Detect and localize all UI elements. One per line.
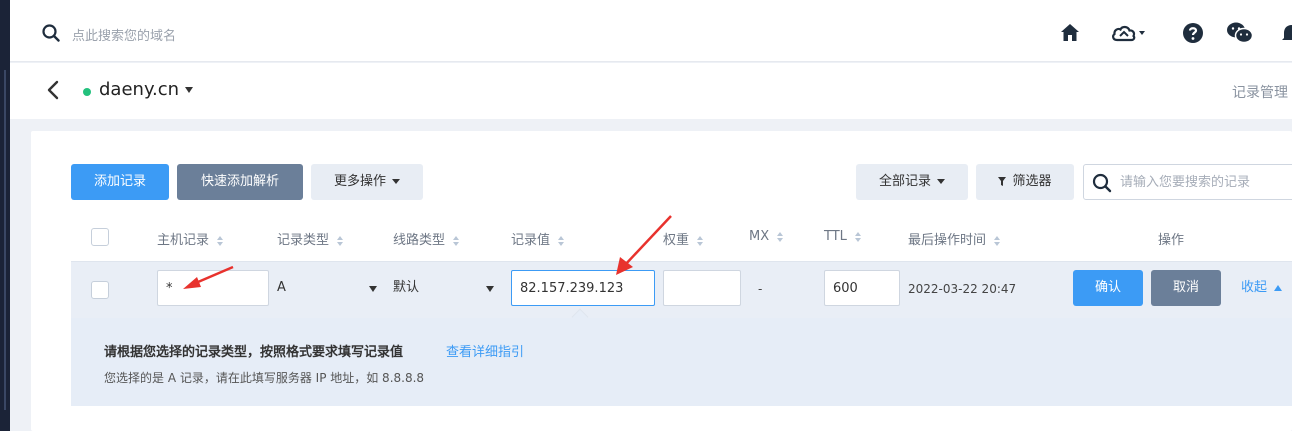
column-header-weight-label: 权重 (663, 233, 690, 248)
ttl-input[interactable] (824, 270, 900, 306)
line-type-value: 默认 (393, 280, 420, 295)
weight-input[interactable] (663, 270, 741, 306)
record-search-box[interactable] (1083, 164, 1292, 200)
column-header-mx[interactable]: MX (749, 229, 784, 244)
all-records-dropdown[interactable]: 全部记录 (856, 164, 968, 200)
row-checkbox[interactable] (91, 281, 109, 299)
line-type-select[interactable]: 默认 (393, 270, 497, 306)
sort-icon[interactable] (558, 235, 565, 246)
hint-detail: 您选择的是 A 记录，请在此填写服务器 IP 地址，如 8.8.8.8 (104, 371, 425, 385)
more-actions-label: 更多操作 (333, 174, 386, 189)
column-header-weight[interactable]: 权重 (663, 229, 704, 248)
cancel-button[interactable]: 取消 (1151, 270, 1221, 306)
domain-search-input[interactable]: 点此搜索您的域名 (72, 25, 176, 44)
sort-icon[interactable] (854, 231, 861, 242)
column-header-value[interactable]: 记录值 (511, 229, 565, 248)
collapse-link[interactable]: 收起 (1241, 270, 1283, 306)
chevron-down-icon (392, 179, 400, 184)
select-all-checkbox[interactable] (91, 228, 109, 246)
all-records-label: 全部记录 (878, 174, 931, 189)
column-header-type-label: 记录类型 (277, 233, 330, 248)
sort-icon[interactable] (217, 235, 224, 246)
column-header-type[interactable]: 记录类型 (277, 229, 344, 248)
filter-label: 筛选器 (1012, 174, 1052, 189)
domain-name[interactable]: daeny.cn (99, 79, 179, 100)
cloud-icon[interactable] (1110, 21, 1146, 45)
sort-icon[interactable] (453, 235, 460, 246)
chevron-up-icon (1274, 284, 1283, 291)
column-header-ttl-label: TTL (824, 229, 847, 244)
collapse-label: 收起 (1241, 280, 1268, 295)
domain-switch-caret-icon[interactable] (185, 87, 193, 93)
breadcrumb-record-management: 记录管理 (1232, 85, 1288, 101)
hint-title: 请根据您选择的记录类型，按照格式要求填写记录值 (104, 345, 404, 360)
left-sidebar-strip (0, 0, 10, 431)
back-arrow-icon[interactable] (46, 80, 60, 100)
records-card: 添加记录 快速添加解析 更多操作 全部记录 筛选器 主机记录 记录类型 线路类型… (31, 131, 1292, 431)
record-type-value: A (277, 280, 286, 295)
filter-icon (998, 177, 1007, 186)
column-header-mx-label: MX (749, 229, 770, 244)
sidebar-scrollbar[interactable] (4, 70, 6, 410)
record-type-select[interactable]: A (277, 270, 381, 306)
home-icon[interactable] (1058, 21, 1082, 45)
wechat-icon[interactable] (1226, 21, 1254, 45)
confirm-button[interactable]: 确认 (1073, 270, 1143, 306)
column-header-line-label: 线路类型 (393, 233, 446, 248)
column-header-updated-label: 最后操作时间 (908, 233, 987, 248)
column-header-updated[interactable]: 最后操作时间 (908, 229, 1001, 248)
chevron-down-icon (486, 286, 494, 292)
domain-status-dot (83, 88, 91, 96)
column-header-ttl[interactable]: TTL (824, 229, 861, 244)
chevron-down-icon (369, 286, 377, 292)
column-header-line[interactable]: 线路类型 (393, 229, 460, 248)
top-bar: 点此搜索您的域名 (10, 0, 1292, 62)
column-header-actions: 操作 (1158, 233, 1185, 248)
help-icon[interactable] (1181, 21, 1205, 45)
domain-header: daeny.cn 记录管理 (10, 63, 1292, 119)
mx-value: - (758, 282, 763, 296)
record-search-input[interactable] (1120, 172, 1292, 192)
search-icon[interactable] (1092, 173, 1112, 193)
filter-button[interactable]: 筛选器 (976, 164, 1074, 200)
detailed-guide-link[interactable]: 查看详细指引 (446, 341, 524, 360)
record-value-input[interactable] (511, 270, 655, 306)
quick-add-button[interactable]: 快速添加解析 (177, 164, 303, 200)
column-header-host[interactable]: 主机记录 (157, 229, 224, 248)
last-modified-time: 2022-03-22 20:47 (908, 282, 1017, 296)
record-value-hint: 请根据您选择的记录类型，按照格式要求填写记录值 查看详细指引 您选择的是 A 记… (71, 318, 1292, 406)
column-header-value-label: 记录值 (511, 233, 551, 248)
search-icon[interactable] (42, 24, 60, 42)
bell-icon[interactable] (1280, 21, 1292, 45)
more-actions-dropdown[interactable]: 更多操作 (311, 164, 423, 200)
sort-icon[interactable] (337, 235, 344, 246)
host-record-input[interactable] (157, 270, 269, 306)
sort-icon[interactable] (994, 235, 1001, 246)
column-header-host-label: 主机记录 (157, 233, 210, 248)
add-record-button[interactable]: 添加记录 (71, 164, 169, 200)
sort-icon[interactable] (697, 235, 704, 246)
chevron-down-icon (937, 179, 945, 184)
sort-icon[interactable] (777, 231, 784, 242)
